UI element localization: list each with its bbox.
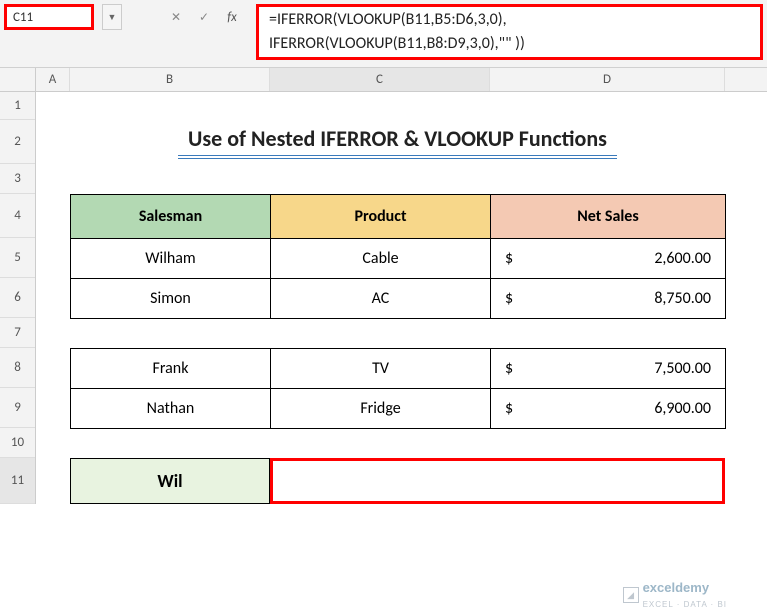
col-header-C[interactable]: C — [270, 68, 490, 91]
table-row[interactable]: Nathan Fridge $6,900.00 — [71, 389, 726, 429]
cell-salesman[interactable]: Wilham — [71, 239, 271, 279]
table-row[interactable]: Frank TV $7,500.00 — [71, 349, 726, 389]
cell-salesman[interactable]: Nathan — [71, 389, 271, 429]
cell-product[interactable]: Fridge — [271, 389, 491, 429]
worksheet: A B C D 1 2 3 4 5 6 7 8 9 10 11 Use of N… — [0, 68, 767, 504]
cell-product[interactable]: TV — [271, 349, 491, 389]
row-header-4[interactable]: 4 — [0, 194, 35, 238]
fx-icon[interactable]: fx — [222, 7, 242, 27]
table-row[interactable]: Wilham Cable $2,600.00 — [71, 239, 726, 279]
row-header-6[interactable]: 6 — [0, 278, 35, 318]
enter-icon[interactable]: ✓ — [194, 7, 214, 27]
header-product: Product — [271, 195, 491, 239]
cell-salesman[interactable]: Frank — [71, 349, 271, 389]
cell-netsales[interactable]: $7,500.00 — [491, 349, 726, 389]
title-row: Use of Nested IFERROR & VLOOKUP Function… — [70, 120, 725, 164]
row-header-10[interactable]: 10 — [0, 428, 35, 458]
select-all-corner[interactable] — [0, 68, 36, 91]
row-header-9[interactable]: 9 — [0, 388, 35, 428]
row-header-3[interactable]: 3 — [0, 164, 35, 194]
lookup-input-cell[interactable]: Wil — [70, 458, 270, 504]
formula-line-1: =IFERROR(VLOOKUP(B11,B5:D6,3,0), — [269, 8, 750, 32]
row-headers: 1 2 3 4 5 6 7 8 9 10 11 — [0, 92, 36, 504]
row-header-11[interactable]: 11 — [0, 458, 35, 504]
row-header-7[interactable]: 7 — [0, 318, 35, 348]
col-header-A[interactable]: A — [36, 68, 70, 91]
cell-netsales[interactable]: $8,750.00 — [491, 279, 726, 319]
cell-netsales[interactable]: $6,900.00 — [491, 389, 726, 429]
col-header-B[interactable]: B — [70, 68, 270, 91]
watermark-tag: EXCEL · DATA · BI — [643, 600, 727, 609]
name-box-dropdown[interactable]: ▼ — [102, 4, 122, 30]
lookup-row: Wil — [70, 458, 725, 504]
watermark: ◢ exceldemy EXCEL · DATA · BI — [623, 580, 727, 610]
page-title: Use of Nested IFERROR & VLOOKUP Function… — [178, 125, 617, 159]
data-table-1: Salesman Product Net Sales Wilham Cable … — [70, 194, 726, 319]
watermark-icon: ◢ — [623, 587, 639, 603]
col-header-D[interactable]: D — [490, 68, 725, 91]
formula-input[interactable]: =IFERROR(VLOOKUP(B11,B5:D6,3,0), IFERROR… — [256, 4, 763, 60]
cell-netsales[interactable]: $2,600.00 — [491, 239, 726, 279]
cell-product[interactable]: Cable — [271, 239, 491, 279]
row-header-1[interactable]: 1 — [0, 92, 35, 120]
formula-line-2: IFERROR(VLOOKUP(B11,B8:D9,3,0),"" )) — [269, 32, 750, 56]
header-salesman: Salesman — [71, 195, 271, 239]
cancel-icon[interactable]: ✕ — [166, 7, 186, 27]
header-netsales: Net Sales — [491, 195, 726, 239]
row-header-2[interactable]: 2 — [0, 120, 35, 164]
formula-bar: C11 ▼ ✕ ✓ fx =IFERROR(VLOOKUP(B11,B5:D6,… — [0, 0, 767, 68]
row-header-8[interactable]: 8 — [0, 348, 35, 388]
column-headers: A B C D — [0, 68, 767, 92]
cell-product[interactable]: AC — [271, 279, 491, 319]
table-row[interactable]: Simon AC $8,750.00 — [71, 279, 726, 319]
cells-area[interactable]: Use of Nested IFERROR & VLOOKUP Function… — [36, 92, 767, 504]
lookup-result-cell[interactable] — [270, 458, 725, 504]
watermark-brand: exceldemy — [643, 580, 710, 595]
name-box[interactable]: C11 — [4, 4, 94, 30]
row-header-5[interactable]: 5 — [0, 238, 35, 278]
data-table-2: Frank TV $7,500.00 Nathan Fridge $6,900.… — [70, 348, 726, 429]
cell-salesman[interactable]: Simon — [71, 279, 271, 319]
formula-bar-buttons: ✕ ✓ fx — [166, 7, 242, 27]
